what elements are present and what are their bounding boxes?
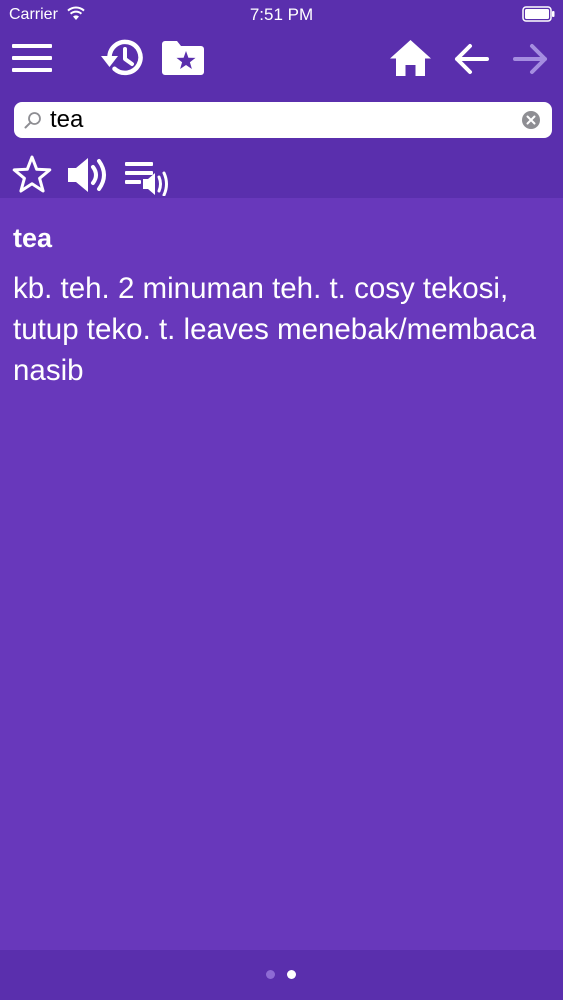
clear-search-button[interactable] [521, 110, 541, 130]
battery-icon [522, 6, 555, 22]
search-bar [14, 102, 552, 138]
speaker-icon[interactable] [68, 156, 110, 194]
forward-arrow-icon[interactable] [513, 43, 549, 75]
page-indicator-bar [0, 950, 563, 1000]
menu-icon[interactable] [12, 43, 52, 73]
back-arrow-icon[interactable] [453, 43, 489, 75]
speak-list-icon[interactable] [125, 160, 171, 196]
page-dot-1[interactable] [266, 970, 275, 979]
app-header: Carrier 7:51 PM [0, 0, 563, 198]
entry-content: tea kb. teh. 2 minuman teh. t. cosy teko… [0, 198, 563, 950]
entry-definition: kb. teh. 2 minuman teh. t. cosy tekosi, … [13, 272, 537, 387]
search-icon [24, 112, 41, 129]
star-icon[interactable] [12, 155, 52, 193]
status-bar: Carrier 7:51 PM [0, 0, 563, 30]
history-icon[interactable] [99, 37, 145, 79]
home-icon[interactable] [390, 40, 431, 76]
favorites-folder-icon[interactable] [162, 41, 204, 75]
entry-headword: tea [13, 223, 53, 253]
page-dot-2[interactable] [287, 970, 296, 979]
status-time: 7:51 PM [249, 5, 314, 24]
search-input[interactable] [50, 102, 520, 138]
